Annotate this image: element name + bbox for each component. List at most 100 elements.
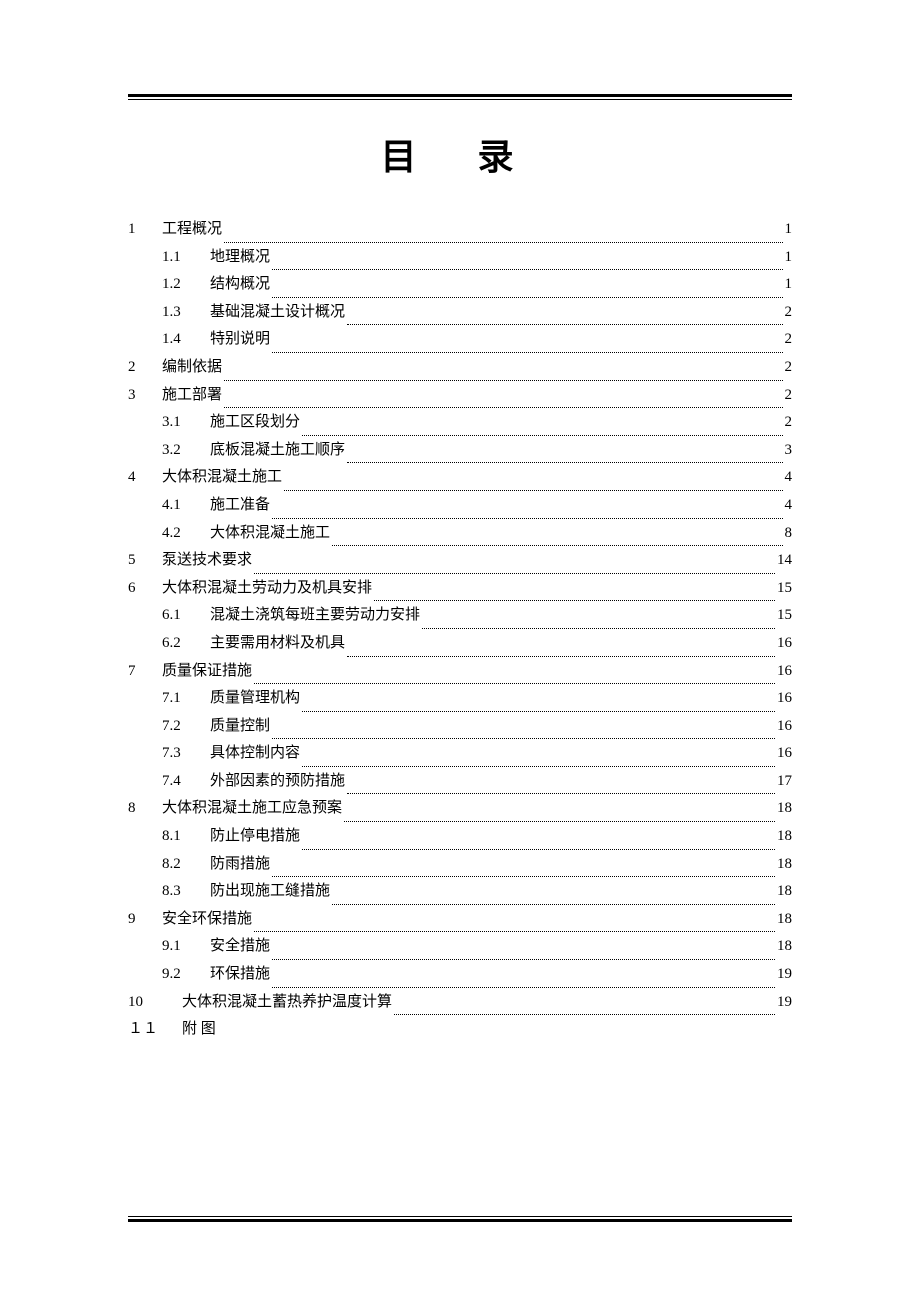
table-of-contents: 1工程概况11.1地理概况11.2结构概况11.3基础混凝土设计概况21.4特别… (128, 222, 792, 1050)
toc-leader (374, 600, 775, 601)
toc-page: 2 (785, 360, 793, 375)
toc-heading: 主要需用材料及机具 (210, 636, 345, 651)
toc-entry: 4大体积混凝土施工4 (128, 470, 792, 498)
toc-page: 3 (785, 443, 793, 458)
toc-entry: 6.2主要需用材料及机具 16 (128, 636, 792, 664)
toc-page: 15 (777, 581, 792, 596)
toc-page: 4 (785, 498, 793, 513)
toc-heading: 施工区段划分 (210, 415, 300, 430)
toc-leader (272, 352, 782, 353)
toc-subnumber: 4.2 (162, 526, 210, 541)
toc-page: 16 (777, 664, 792, 679)
toc-heading: 质量保证措施 (162, 664, 252, 679)
toc-entry: 8.3防出现施工缝措施18 (128, 884, 792, 912)
toc-heading: 编制依据 (162, 360, 222, 375)
toc-heading: 基础混凝土设计概况 (210, 305, 345, 320)
toc-subnumber: 1.2 (162, 277, 210, 292)
toc-entry: 7.2质量控制16 (128, 719, 792, 747)
toc-heading: 大体积混凝土劳动力及机具安排 (162, 581, 372, 596)
toc-entry: 6.1混凝土浇筑每班主要劳动力安排15 (128, 608, 792, 636)
toc-page: 19 (777, 995, 792, 1010)
toc-entry: １１附 图 (128, 1022, 792, 1050)
toc-heading: 地理概况 (210, 250, 270, 265)
toc-entry: 8.1防止停电措施18 (128, 829, 792, 857)
toc-number: 2 (128, 360, 162, 375)
toc-entry: 2编制依据2 (128, 360, 792, 388)
toc-heading: 防出现施工缝措施 (210, 884, 330, 899)
toc-page: 18 (777, 801, 792, 816)
toc-subnumber: 3.2 (162, 443, 210, 458)
toc-entry: 1.1地理概况 1 (128, 250, 792, 278)
toc-entry: 8.2防雨措施18 (128, 857, 792, 885)
toc-subnumber: 3.1 (162, 415, 210, 430)
toc-page: 2 (785, 305, 793, 320)
toc-leader (347, 462, 782, 463)
toc-entry: 9.1安全措施18 (128, 939, 792, 967)
toc-leader (302, 711, 775, 712)
toc-page: 19 (777, 967, 792, 982)
toc-entry: 9.2环保措施19 (128, 967, 792, 995)
toc-leader (347, 324, 782, 325)
toc-page: 1 (785, 250, 793, 265)
toc-entry: 7质量保证措施 16 (128, 664, 792, 692)
toc-heading: 混凝土浇筑每班主要劳动力安排 (210, 608, 420, 623)
toc-leader (272, 876, 775, 877)
toc-entry: 8大体积混凝土施工应急预案 18 (128, 801, 792, 829)
toc-leader (224, 380, 782, 381)
toc-entry: 4.2大体积混凝土施工8 (128, 526, 792, 554)
toc-number: 7 (128, 664, 162, 679)
toc-entry: 9安全环保措施18 (128, 912, 792, 940)
toc-entry: 6大体积混凝土劳动力及机具安排 15 (128, 581, 792, 609)
toc-heading: 大体积混凝土施工应急预案 (162, 801, 342, 816)
toc-subnumber: 6.1 (162, 608, 210, 623)
toc-heading: 质量控制 (210, 719, 270, 734)
toc-number: 3 (128, 388, 162, 403)
toc-leader (254, 931, 775, 932)
toc-heading: 特别说明 (210, 332, 270, 347)
toc-subnumber: 8.2 (162, 857, 210, 872)
toc-leader (224, 242, 782, 243)
toc-heading: 泵送技术要求 (162, 553, 252, 568)
toc-heading: 工程概况 (162, 222, 222, 237)
toc-number: 5 (128, 553, 162, 568)
toc-heading: 外部因素的预防措施 (210, 774, 345, 789)
toc-heading: 具体控制内容 (210, 746, 300, 761)
toc-heading: 安全环保措施 (162, 912, 252, 927)
toc-entry: 3.1施工区段划分2 (128, 415, 792, 443)
toc-number: 8 (128, 801, 162, 816)
toc-entry: 1工程概况1 (128, 222, 792, 250)
toc-page: 16 (777, 636, 792, 651)
toc-entry: 7.4外部因素的预防措施17 (128, 774, 792, 802)
toc-entry: 3施工部署2 (128, 388, 792, 416)
top-rule (128, 94, 792, 100)
toc-leader (302, 435, 782, 436)
toc-heading: 质量管理机构 (210, 691, 300, 706)
toc-heading: 结构概况 (210, 277, 270, 292)
toc-page: 14 (777, 553, 792, 568)
toc-leader (254, 573, 775, 574)
toc-leader (344, 821, 775, 822)
toc-leader (332, 545, 782, 546)
document-page: 目 录 1工程概况11.1地理概况11.2结构概况11.3基础混凝土设计概况21… (0, 0, 920, 1050)
toc-subnumber: 1.3 (162, 305, 210, 320)
toc-subnumber: 6.2 (162, 636, 210, 651)
toc-heading: 底板混凝土施工顺序 (210, 443, 345, 458)
toc-leader (272, 987, 775, 988)
toc-subnumber: 1.4 (162, 332, 210, 347)
toc-subnumber: 1.1 (162, 250, 210, 265)
toc-leader (224, 407, 782, 408)
toc-heading: 大体积混凝土施工 (162, 470, 282, 485)
toc-page: 18 (777, 884, 792, 899)
toc-subnumber: 4.1 (162, 498, 210, 513)
toc-leader (332, 904, 775, 905)
toc-heading: 施工部署 (162, 388, 222, 403)
toc-number: 6 (128, 581, 162, 596)
toc-number: １１ (128, 1022, 162, 1037)
toc-heading: 大体积混凝土施工 (210, 526, 330, 541)
toc-page: 16 (777, 746, 792, 761)
toc-heading: 环保措施 (210, 967, 270, 982)
toc-leader (394, 1014, 775, 1015)
toc-page: 4 (785, 470, 793, 485)
toc-entry: 1.4特别说明2 (128, 332, 792, 360)
toc-page: 18 (777, 912, 792, 927)
